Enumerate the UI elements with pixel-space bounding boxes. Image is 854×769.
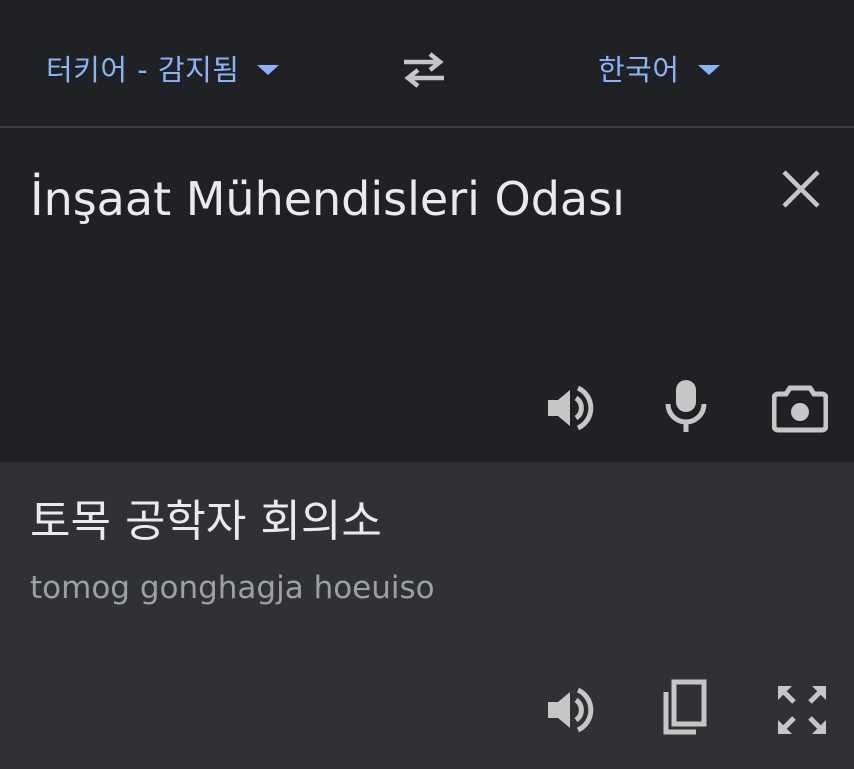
translation-result-panel: 토목 공학자 회의소 tomog gonghagja hoeuiso bbox=[0, 462, 854, 769]
fullscreen-button[interactable] bbox=[772, 680, 832, 740]
target-language-selector[interactable]: 한국어 bbox=[598, 44, 720, 92]
translate-app: 터키어 - 감지됨 한국어 İnşaat Mühendisleri Odası bbox=[0, 0, 854, 769]
close-icon bbox=[782, 170, 820, 208]
translated-text: 토목 공학자 회의소 bbox=[30, 496, 382, 547]
speaker-icon bbox=[548, 385, 594, 431]
swap-arrows-icon bbox=[404, 52, 444, 88]
language-bar: 터키어 - 감지됨 한국어 bbox=[0, 0, 854, 128]
camera-button[interactable] bbox=[770, 378, 830, 438]
source-language-label: 터키어 - 감지됨 bbox=[46, 53, 240, 87]
swap-languages-button[interactable] bbox=[396, 48, 452, 92]
microphone-icon bbox=[665, 380, 707, 432]
listen-translation-button[interactable] bbox=[540, 680, 600, 740]
fullscreen-icon bbox=[778, 686, 826, 734]
caret-down-icon bbox=[257, 65, 280, 75]
clear-button[interactable] bbox=[776, 164, 826, 214]
source-language-selector[interactable]: 터키어 - 감지됨 bbox=[46, 44, 280, 92]
source-text-input[interactable]: İnşaat Mühendisleri Odası bbox=[30, 160, 670, 238]
microphone-button[interactable] bbox=[656, 376, 716, 436]
divider bbox=[0, 126, 854, 128]
speaker-icon bbox=[548, 687, 594, 733]
listen-source-button[interactable] bbox=[540, 378, 600, 438]
source-input-panel: İnşaat Mühendisleri Odası bbox=[0, 130, 854, 462]
copy-button[interactable] bbox=[654, 678, 714, 738]
caret-down-icon bbox=[697, 65, 720, 75]
copy-icon bbox=[663, 679, 707, 735]
romanization-text: tomog gonghagja hoeuiso bbox=[30, 570, 435, 606]
camera-icon bbox=[772, 385, 828, 433]
target-language-label: 한국어 bbox=[598, 53, 680, 87]
